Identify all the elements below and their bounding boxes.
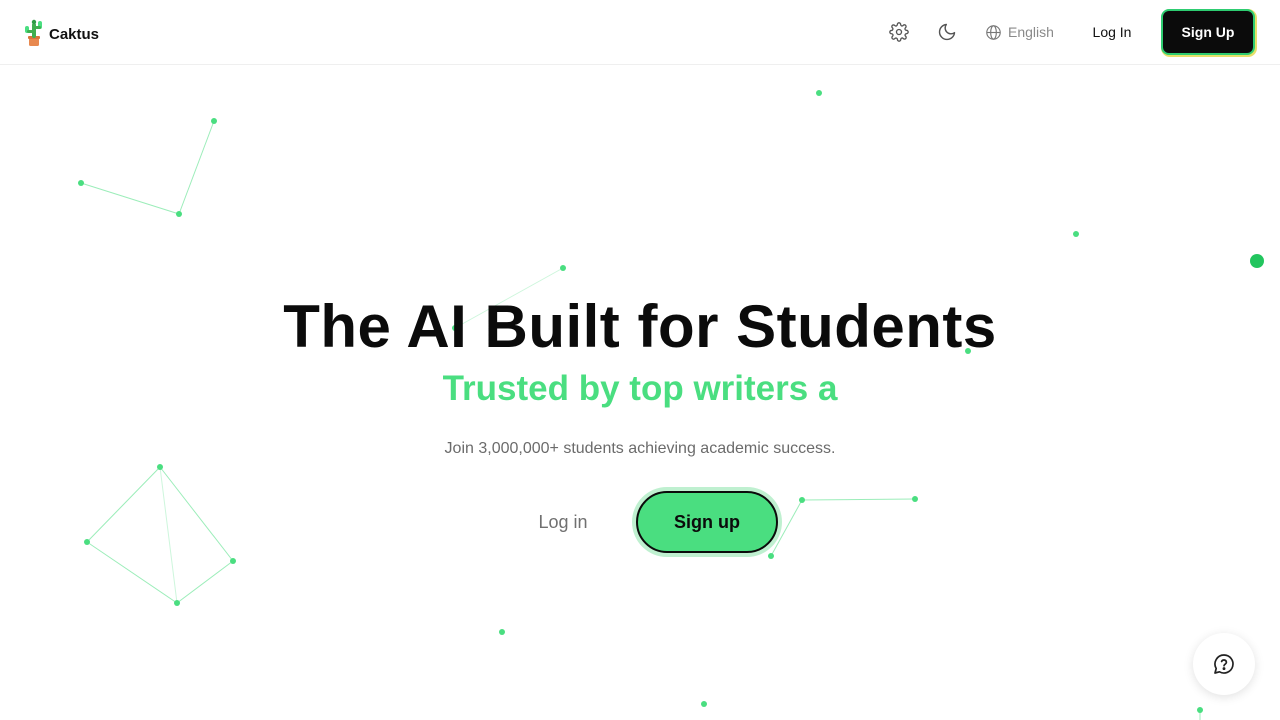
network-node [768, 553, 774, 559]
network-node [499, 629, 505, 635]
hero-signup-button[interactable]: Sign up [636, 491, 778, 553]
network-node [176, 211, 182, 217]
language-selector[interactable]: English [985, 20, 1054, 44]
network-node [230, 558, 236, 564]
settings-button[interactable] [887, 20, 911, 44]
header-signup-button[interactable]: Sign Up [1161, 9, 1255, 55]
network-node [157, 464, 163, 470]
hero-title: The AI Built for Students [283, 293, 997, 360]
network-node [560, 265, 566, 271]
network-node [84, 539, 90, 545]
hero-description: Join 3,000,000+ students achieving acade… [444, 440, 836, 457]
network-node [1197, 707, 1203, 713]
network-node [211, 118, 217, 124]
hero-login-button[interactable]: Log in [520, 505, 606, 539]
network-node [78, 180, 84, 186]
network-line [178, 120, 215, 215]
help-chat-button[interactable] [1193, 633, 1255, 695]
moon-icon [938, 23, 956, 41]
language-label: English [1008, 24, 1054, 40]
chat-question-icon [1214, 654, 1234, 674]
network-node [1250, 254, 1264, 268]
network-node [799, 497, 805, 503]
network-line [176, 560, 234, 604]
network-line [801, 498, 916, 501]
gear-icon [889, 22, 909, 42]
network-node [701, 701, 707, 707]
brand-name: Caktus [49, 25, 100, 43]
network-node [816, 90, 822, 96]
network-node [912, 496, 918, 502]
top-navbar: Caktus English Log In Sign Up [0, 0, 1280, 65]
network-line [80, 182, 180, 215]
network-line [86, 466, 161, 543]
network-node [1073, 231, 1079, 237]
cactus-logo-icon [25, 19, 42, 46]
theme-toggle-button[interactable] [935, 20, 959, 44]
globe-icon [986, 24, 1001, 40]
network-node [174, 600, 180, 606]
header-login-button[interactable]: Log In [1080, 20, 1144, 44]
network-line [86, 541, 178, 604]
network-line [159, 466, 234, 562]
brand-home-link[interactable]: Caktus [22, 17, 99, 47]
network-line [159, 466, 178, 604]
hero-subtitle: Trusted by top writers a [442, 369, 838, 408]
